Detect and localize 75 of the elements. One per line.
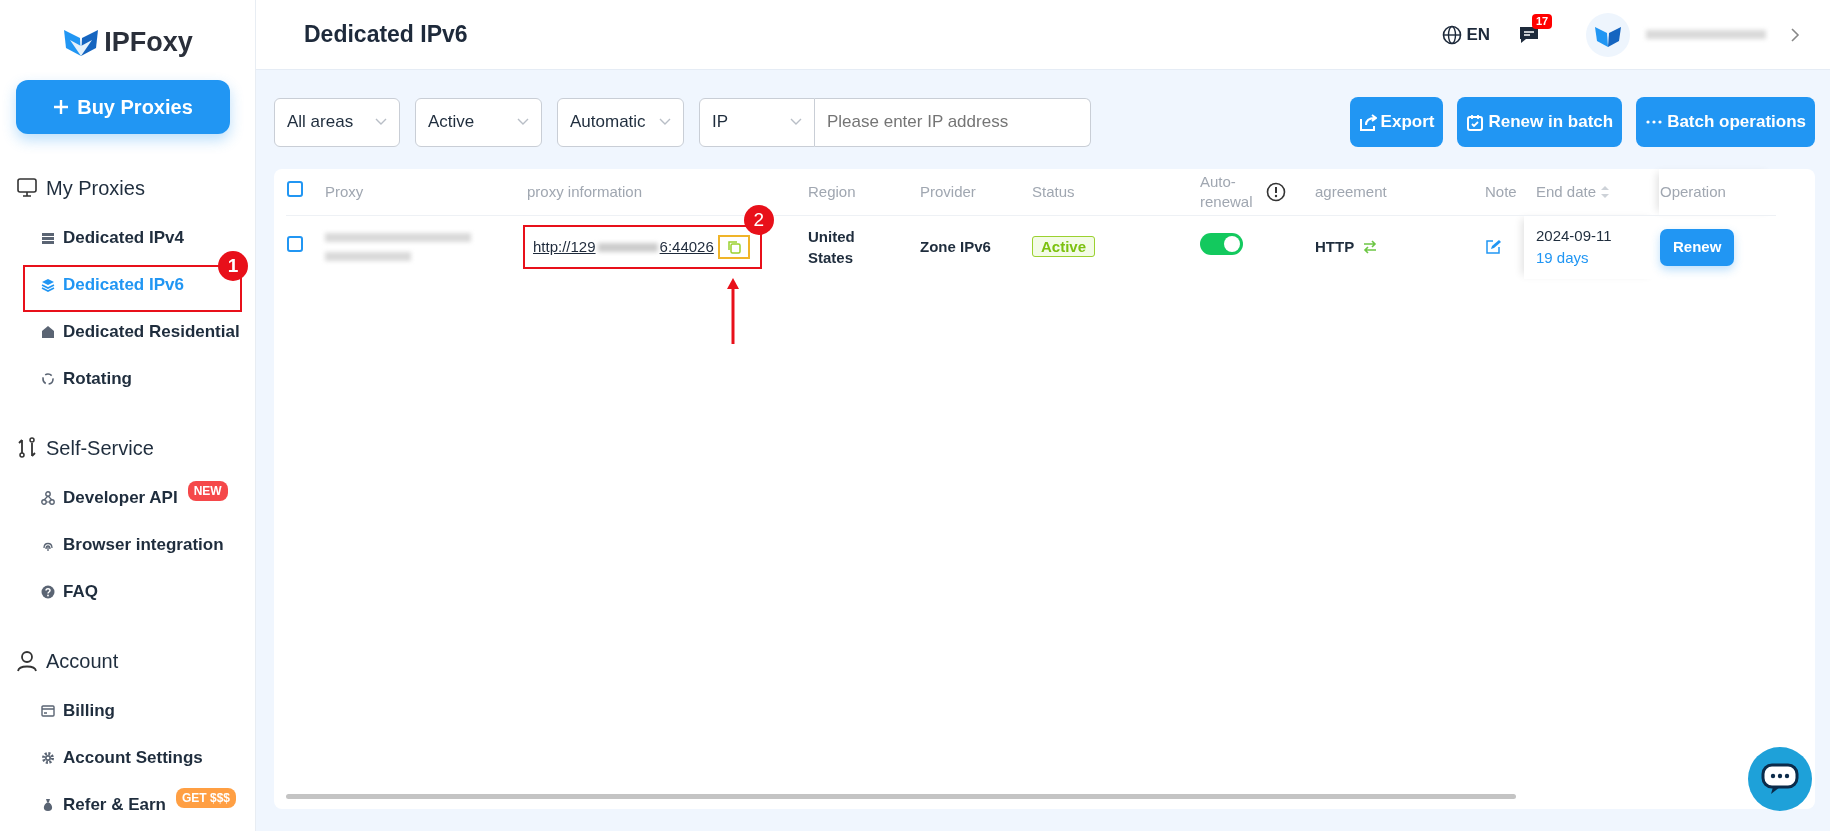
sidebar-item[interactable]: Dedicated IPv4 — [41, 224, 184, 251]
message-count-badge: 17 — [1532, 13, 1553, 29]
protocol-text: HTTP — [1315, 237, 1355, 257]
server-icon — [41, 230, 55, 245]
dots-icon — [1645, 120, 1664, 124]
cycle-icon — [41, 371, 55, 386]
end-date-text: 2024-09-11 — [1536, 225, 1613, 246]
badge: GET $$$ — [176, 787, 236, 808]
sidebar-item[interactable]: Dedicated Residential — [41, 318, 240, 345]
annotation-number: 1 — [218, 251, 248, 281]
search-field[interactable]: Please enter IP address — [815, 97, 1091, 147]
column-header: Region — [808, 181, 856, 202]
column-header: proxy information — [527, 181, 643, 202]
speech-bubble-icon — [1761, 763, 1799, 795]
section-title: My Proxies — [46, 176, 145, 201]
badge: NEW — [187, 480, 228, 501]
sidebar-item[interactable]: FAQ — [41, 578, 98, 605]
horizontal-scrollbar[interactable] — [286, 794, 1516, 799]
section-title: Account — [46, 649, 119, 674]
gear-icon — [41, 750, 55, 765]
chevron-right-icon[interactable] — [1790, 27, 1800, 42]
sidebar-item[interactable]: Billing — [41, 697, 115, 724]
search-type-select[interactable]: IP — [699, 97, 815, 147]
sidebar-item[interactable]: Account Settings — [41, 744, 203, 771]
column-header: Proxy — [325, 181, 364, 202]
house-icon — [41, 324, 55, 339]
language-selector[interactable]: EN — [1442, 21, 1490, 48]
select-all-checkbox[interactable] — [287, 180, 303, 197]
monitor-icon — [16, 177, 38, 199]
caret-icon — [659, 118, 671, 126]
column-header: Operation — [1660, 181, 1726, 202]
sidebar-item[interactable]: Refer & Earn — [41, 791, 166, 818]
auto-renewal-toggle[interactable] — [1200, 233, 1243, 255]
calendar-icon — [1466, 112, 1485, 132]
logo-text: IPFoxy — [104, 25, 193, 59]
caret-icon — [517, 118, 529, 126]
money-bag-icon — [41, 797, 55, 812]
copy-icon[interactable] — [726, 240, 741, 255]
status-tag: Active — [1032, 236, 1096, 257]
proxy-link[interactable]: http://129 6:44026 — [533, 236, 714, 259]
sidebar-item[interactable]: Rotating — [41, 365, 132, 392]
column-header: End date — [1536, 181, 1597, 202]
globe-icon — [1442, 24, 1463, 45]
annotation-number: 2 — [743, 205, 774, 236]
column-header: agreement — [1315, 181, 1387, 202]
column-header: Note — [1485, 181, 1517, 202]
caret-icon — [375, 118, 387, 126]
region-text: United States — [808, 226, 856, 269]
avatar-icon[interactable] — [1586, 12, 1630, 57]
export-icon — [1358, 112, 1377, 132]
row-checkbox[interactable] — [287, 236, 303, 252]
swap-arrows-icon[interactable] — [1362, 239, 1379, 256]
column-header: Status — [1032, 181, 1075, 202]
layers-icon — [41, 277, 55, 292]
column-header: Auto-renewal — [1200, 172, 1254, 212]
page-title: Dedicated IPv6 — [304, 20, 469, 50]
arrows-icon — [16, 437, 38, 459]
arrow-annotation — [725, 277, 740, 346]
column-header: Provider — [920, 181, 976, 202]
filter-select[interactable]: Active — [415, 97, 542, 147]
remaining-days-text: 19 days — [1536, 248, 1590, 269]
question-icon — [41, 584, 55, 599]
card-icon — [41, 703, 55, 718]
info-icon[interactable] — [1266, 181, 1286, 202]
sidebar-item[interactable]: Browser integration — [41, 531, 224, 558]
section-title: Self-Service — [46, 436, 154, 461]
provider-text: Zone IPv6 — [920, 238, 991, 255]
caret-icon — [790, 118, 802, 126]
filter-select[interactable]: All areas — [274, 97, 400, 147]
person-icon — [16, 650, 38, 672]
edit-icon[interactable] — [1485, 239, 1501, 256]
plus-icon — [53, 99, 70, 115]
filter-select[interactable]: Automatic — [557, 97, 684, 147]
network-icon — [41, 490, 55, 505]
sidebar-item[interactable]: Developer API — [41, 484, 178, 511]
